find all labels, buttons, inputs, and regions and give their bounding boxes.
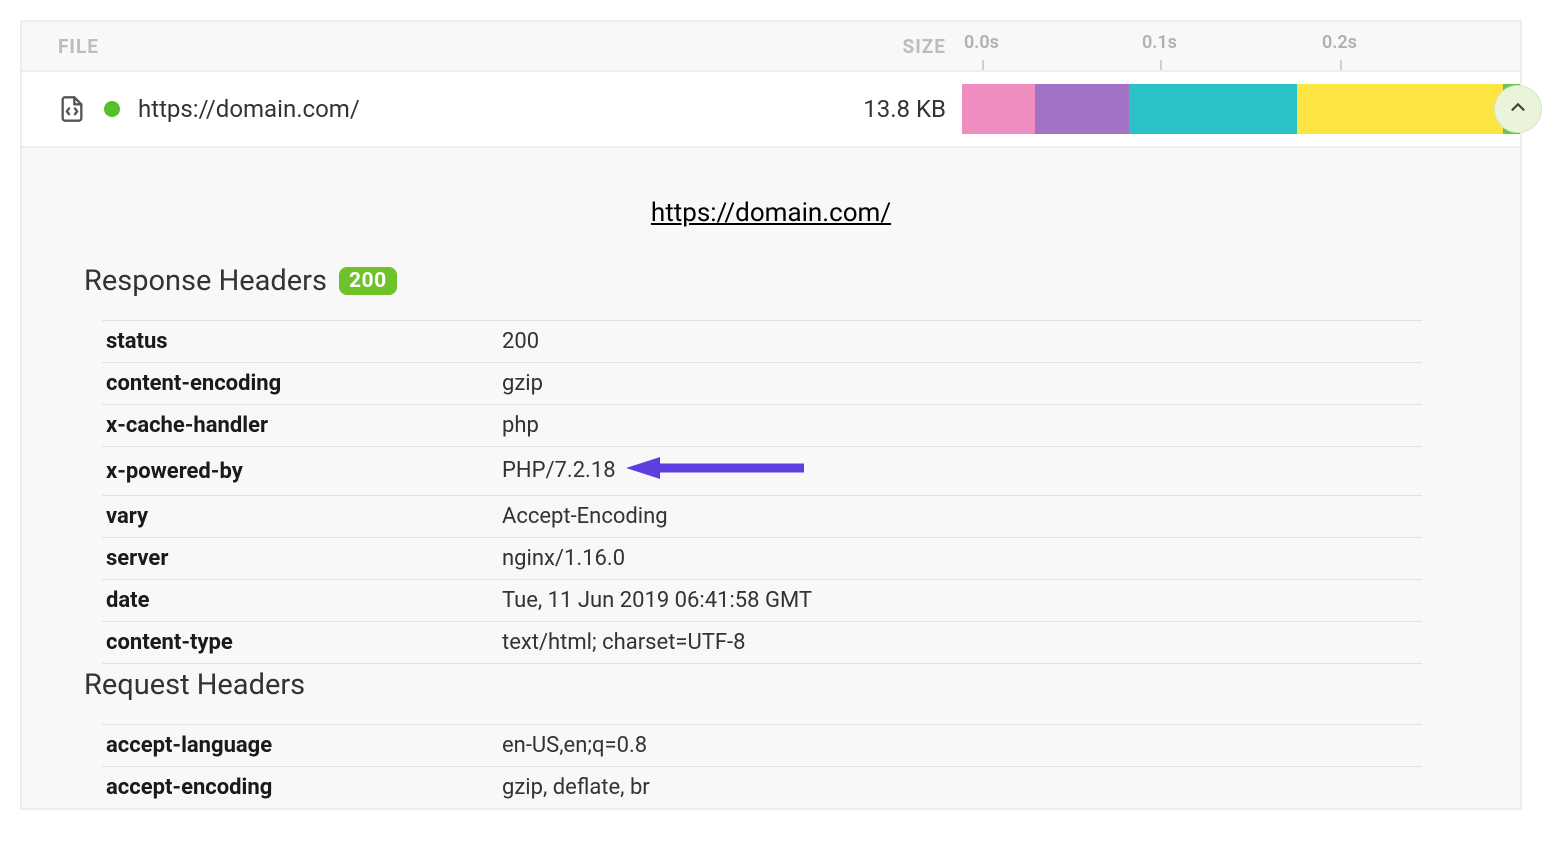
network-panel: FILE SIZE 0.0s 0.1s 0.2s — [20, 20, 1522, 810]
status-dot-icon — [104, 101, 120, 117]
collapse-button[interactable] — [1494, 85, 1542, 133]
header-value: php — [502, 405, 1422, 447]
header-value: Accept-Encoding — [502, 496, 1422, 538]
header-row: varyAccept-Encoding — [102, 496, 1422, 538]
header-row: content-encodinggzip — [102, 363, 1422, 405]
request-row[interactable]: https://domain.com/ 13.8 KB — [22, 72, 1520, 148]
waterfall-segment-connect — [1129, 84, 1296, 134]
col-file-header: FILE — [22, 35, 792, 58]
columns-header: FILE SIZE 0.0s 0.1s 0.2s — [22, 22, 1520, 72]
waterfall-segment-blocked — [962, 84, 1035, 134]
header-key: x-powered-by — [102, 447, 502, 496]
header-value: PHP/7.2.18 — [502, 447, 1422, 496]
header-key: status — [102, 321, 502, 363]
header-row: x-cache-handlerphp — [102, 405, 1422, 447]
header-row: status200 — [102, 321, 1422, 363]
timeline-ticks: 0.0s 0.1s 0.2s — [962, 32, 1520, 60]
col-timeline-header: 0.0s 0.1s 0.2s — [962, 32, 1520, 60]
request-url: https://domain.com/ — [138, 95, 360, 123]
waterfall-segment-dns — [1035, 84, 1130, 134]
request-size: 13.8 KB — [792, 95, 962, 123]
header-value: text/html; charset=UTF-8 — [502, 622, 1422, 664]
tick-mark — [1340, 60, 1342, 70]
header-key: x-cache-handler — [102, 405, 502, 447]
header-row: servernginx/1.16.0 — [102, 538, 1422, 580]
header-key: server — [102, 538, 502, 580]
header-value: en-US,en;q=0.8 — [502, 725, 1422, 767]
header-value: Tue, 11 Jun 2019 06:41:58 GMT — [502, 580, 1422, 622]
header-row: dateTue, 11 Jun 2019 06:41:58 GMT — [102, 580, 1422, 622]
header-row: accept-languageen-US,en;q=0.8 — [102, 725, 1422, 767]
col-size-header: SIZE — [792, 35, 962, 58]
request-file-cell: https://domain.com/ — [22, 95, 792, 123]
response-headers-table: status200content-encodinggzipx-cache-han… — [102, 320, 1422, 664]
response-headers-title: Response Headers 200 — [84, 264, 1460, 298]
header-key: content-type — [102, 622, 502, 664]
arrow-annotation-icon — [626, 455, 806, 487]
header-value: 200 — [502, 321, 1422, 363]
timeline-tick: 0.2s — [1322, 32, 1357, 53]
header-key: vary — [102, 496, 502, 538]
header-key: accept-language — [102, 725, 502, 767]
tick-mark — [982, 60, 984, 70]
header-row: accept-encodinggzip, deflate, br — [102, 767, 1422, 809]
header-value: gzip, deflate, br — [502, 767, 1422, 809]
request-details: https://domain.com/ Response Headers 200… — [22, 148, 1520, 808]
details-url-link[interactable]: https://domain.com/ — [651, 198, 891, 228]
chevron-up-icon — [1507, 96, 1529, 122]
header-key: content-encoding — [102, 363, 502, 405]
tick-mark — [1160, 60, 1162, 70]
header-key: accept-encoding — [102, 767, 502, 809]
waterfall-segment-wait — [1297, 84, 1503, 134]
details-url-row: https://domain.com/ — [82, 198, 1460, 228]
header-value: nginx/1.16.0 — [502, 538, 1422, 580]
request-timeline-cell — [962, 72, 1520, 146]
document-icon — [58, 95, 86, 123]
request-headers-title: Request Headers — [84, 668, 1460, 702]
header-value: gzip — [502, 363, 1422, 405]
header-row: x-powered-byPHP/7.2.18 — [102, 447, 1422, 496]
request-headers-table: accept-languageen-US,en;q=0.8accept-enco… — [102, 724, 1422, 808]
response-headers-label: Response Headers — [84, 264, 327, 298]
timeline-tick: 0.1s — [1142, 32, 1177, 53]
header-row: content-typetext/html; charset=UTF-8 — [102, 622, 1422, 664]
header-key: date — [102, 580, 502, 622]
timeline-tick: 0.0s — [964, 32, 999, 53]
waterfall-bar — [962, 84, 1520, 134]
status-badge: 200 — [339, 267, 397, 295]
